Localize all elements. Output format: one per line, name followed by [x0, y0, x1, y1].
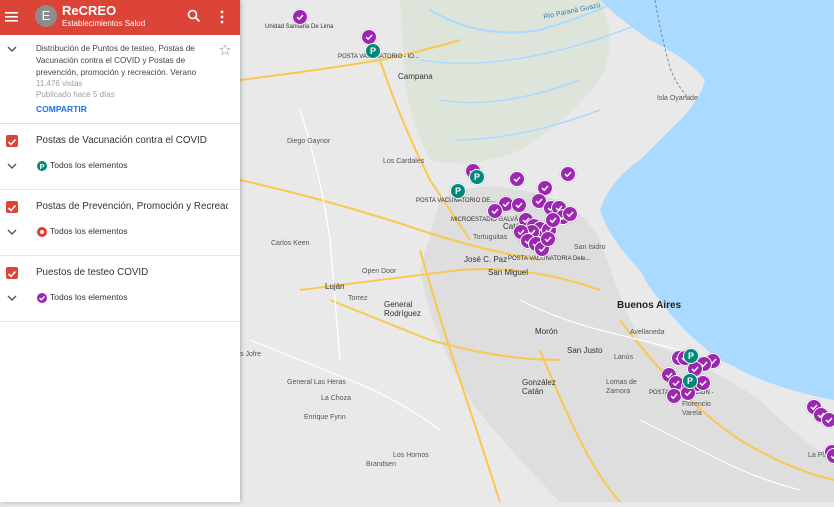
layer-checkbox[interactable] — [6, 201, 18, 213]
chevron-down-icon[interactable] — [7, 162, 17, 170]
map-label-jose: José C. Paz — [464, 255, 508, 264]
layer-title: Puestos de testeo COVID — [36, 267, 149, 278]
purple-check-icon — [37, 293, 47, 303]
map-label-jofre: s Jofre — [240, 351, 262, 358]
published-date: Publicado hace 5 días — [36, 90, 115, 99]
layer-checkbox[interactable] — [6, 267, 18, 279]
map-label-lanus: Lanús — [614, 354, 634, 361]
layer-title: Postas de Vacunación contra el COVID — [36, 135, 207, 146]
map-label-carlos: Carlos Keen — [271, 240, 310, 247]
layer-vacunacion: Postas de Vacunación contra el COVID P T… — [0, 124, 240, 190]
testeo-marker[interactable] — [292, 9, 308, 25]
testeo-marker[interactable] — [562, 206, 578, 222]
map-label-avella: Avellaneda — [630, 329, 665, 336]
vacunacion-marker[interactable]: P — [365, 43, 381, 59]
map-label-posta3: POSTA VACUNATORIA Dele... — [508, 256, 591, 262]
map-label-sanisidro: San Isidro — [574, 244, 606, 251]
vacunacion-marker[interactable]: P — [682, 373, 698, 389]
layer-item-label[interactable]: Todos los elementos — [50, 226, 128, 236]
star-icon[interactable] — [219, 44, 231, 56]
testeo-marker[interactable] — [540, 231, 556, 247]
map-label-lachoza: La Choza — [321, 395, 351, 402]
map-label-florencio: Florencio Varela — [682, 401, 711, 417]
chevron-down-icon[interactable] — [7, 45, 17, 53]
chevron-down-icon[interactable] — [7, 228, 17, 236]
svg-text:P: P — [39, 162, 44, 171]
panel-header: E ReCREO Establecimientos Salud — [0, 0, 240, 35]
testeo-marker[interactable] — [545, 212, 561, 228]
layer-checkbox[interactable] — [6, 135, 18, 147]
map-label-rodriguez: General Rodríguez — [384, 300, 421, 318]
map-label-diego: Diego Gaynor — [287, 138, 331, 145]
layer-item-label[interactable]: Todos los elementos — [50, 292, 128, 302]
map-label-torrez: Torrez — [348, 295, 368, 302]
app-subtitle: Establecimientos Salud — [62, 19, 146, 28]
testeo-marker[interactable] — [487, 203, 503, 219]
view-count: 11.476 vistas — [36, 79, 83, 88]
search-icon[interactable] — [187, 9, 201, 23]
p-marker-icon: P — [37, 161, 47, 171]
vacunacion-marker[interactable]: P — [469, 169, 485, 185]
map-label-cardales: Los Cardales — [383, 158, 425, 165]
map-label-hornos: Los Hornos — [393, 452, 429, 459]
map-label-tortu: Tortuguitas — [473, 234, 508, 241]
map-label-general: General Las Heras — [287, 379, 346, 386]
share-button[interactable]: COMPARTIR — [36, 104, 87, 114]
side-panel: E ReCREO Establecimientos Salud Distribu… — [0, 0, 240, 502]
map-label-brandsen: Brandsen — [366, 461, 396, 468]
map-info: Distribución de Puntos de testeo, Postas… — [0, 35, 240, 124]
map-label-gonzalez: González Catán — [522, 378, 556, 396]
map-label-lujan: Luján — [325, 282, 345, 291]
map-label-open: Open Door — [362, 268, 397, 275]
map-description: Distribución de Puntos de testeo, Postas… — [36, 44, 197, 77]
chevron-down-icon[interactable] — [7, 294, 17, 302]
map-label-fynn: Enrique Fynn — [304, 414, 346, 421]
vacunacion-marker[interactable]: P — [450, 183, 466, 199]
testeo-marker[interactable] — [560, 166, 576, 182]
layer-item-label[interactable]: Todos los elementos — [50, 160, 128, 170]
map-label-moron: Morón — [535, 327, 558, 336]
map-label-posta2: POSTA VACUNATORIO DE... — [416, 198, 496, 204]
layer-title: Postas de Prevención, Promoción y Recrea… — [36, 201, 228, 212]
more-vert-icon[interactable] — [215, 9, 229, 25]
testeo-marker[interactable] — [509, 171, 525, 187]
menu-icon[interactable] — [4, 9, 20, 25]
testeo-marker[interactable] — [511, 197, 527, 213]
vacunacion-marker[interactable]: P — [683, 348, 699, 364]
map-label-isla: Isla Oyarvide — [657, 95, 698, 102]
map-label-sanmiguel: San Miguel — [488, 268, 529, 277]
layer-prevencion: Postas de Prevención, Promoción y Recrea… — [0, 190, 240, 256]
avatar[interactable]: E — [35, 5, 57, 27]
map-label-sanjusto: San Justo — [567, 346, 603, 355]
red-circle-icon — [37, 227, 47, 237]
map-label-campana: Campana — [398, 72, 433, 81]
app-title: ReCREO — [62, 3, 117, 18]
layer-testeo: Puestos de testeo COVID Todos los elemen… — [0, 256, 240, 322]
testeo-marker[interactable] — [821, 412, 834, 428]
map-label-baires: Buenos Aires — [617, 300, 682, 311]
